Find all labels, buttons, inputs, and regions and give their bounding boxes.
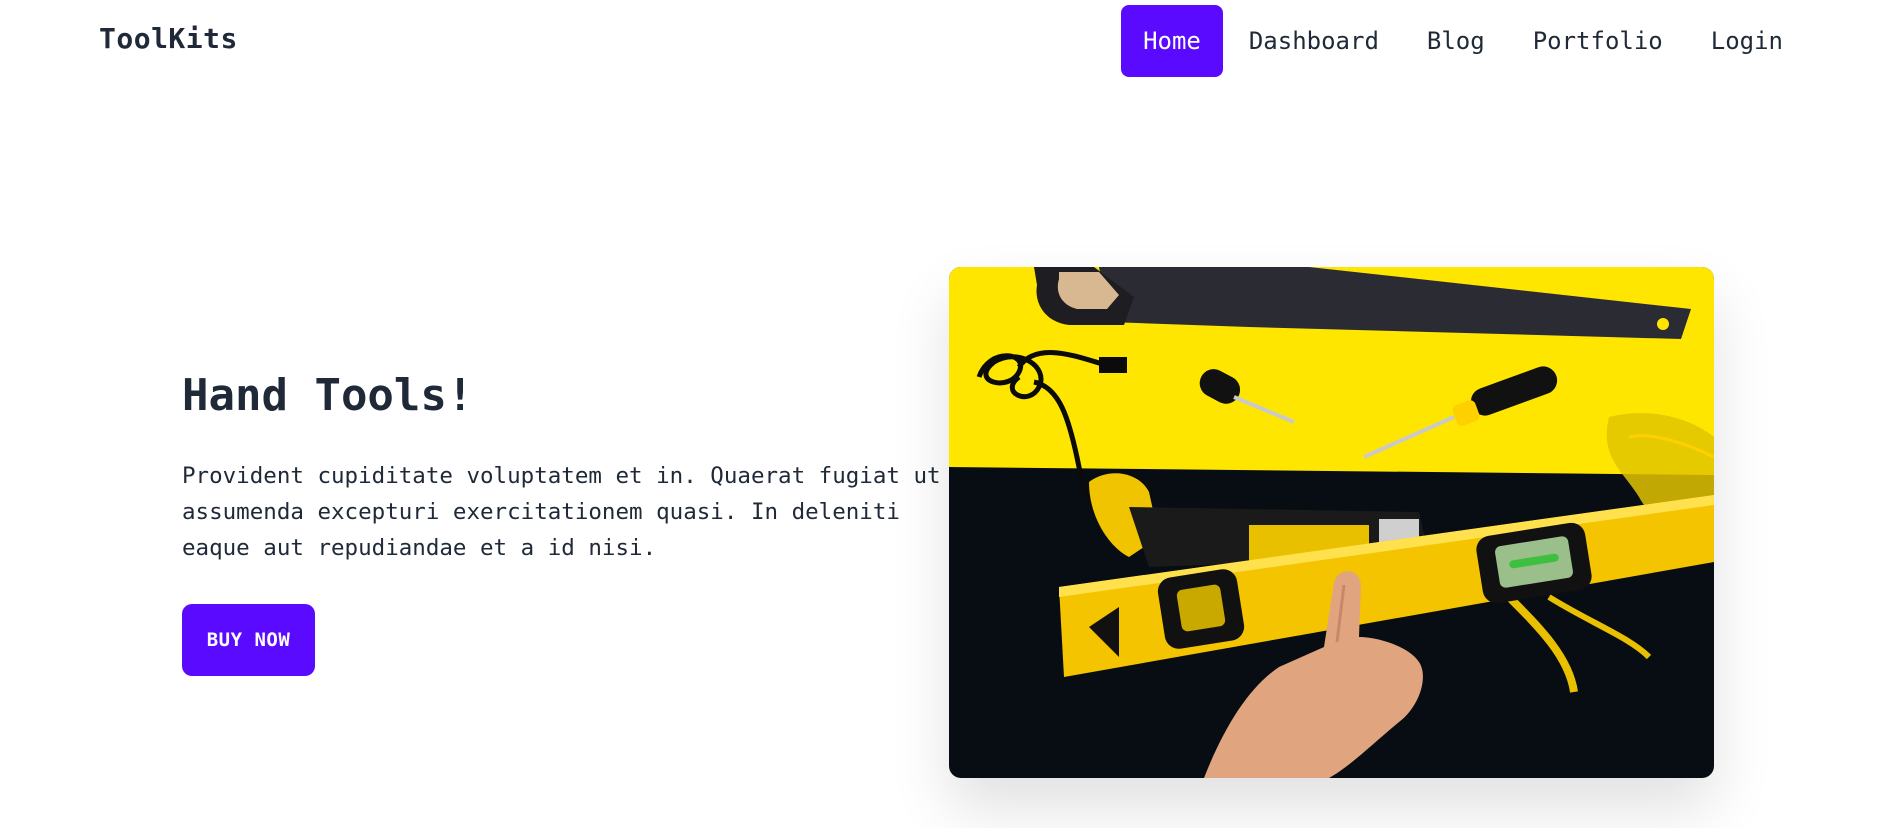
nav-portfolio[interactable]: Portfolio (1511, 5, 1685, 77)
nav-login[interactable]: Login (1689, 5, 1805, 77)
main-nav: Home Dashboard Blog Portfolio Login (1117, 5, 1805, 77)
brand-logo[interactable]: ToolKits (99, 22, 238, 55)
hero-title: Hand Tools! (182, 370, 474, 421)
hero-description: Provident cupiditate voluptatem et in. Q… (182, 463, 941, 561)
buy-now-button[interactable]: BUY NOW (182, 604, 315, 676)
nav-dashboard[interactable]: Dashboard (1227, 5, 1401, 77)
navbar: ToolKits Home Dashboard Blog Portfolio L… (0, 0, 1887, 84)
nav-blog[interactable]: Blog (1405, 5, 1507, 77)
hero-image (949, 267, 1714, 778)
nav-home[interactable]: Home (1121, 5, 1223, 77)
tools-photo (949, 267, 1714, 778)
